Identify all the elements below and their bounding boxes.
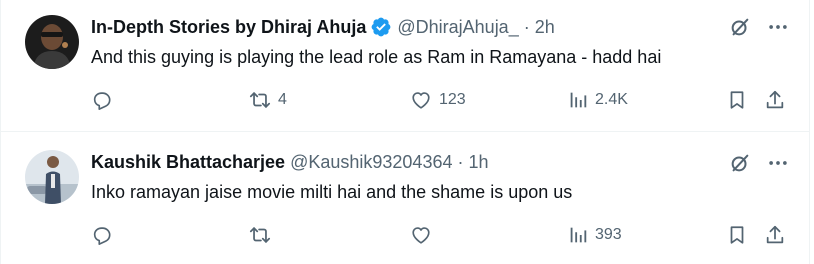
bookmark-icon bbox=[726, 224, 748, 246]
view-count: 2.4K bbox=[595, 91, 628, 108]
tweet-actions: 393 bbox=[91, 224, 786, 250]
reply-button[interactable] bbox=[91, 224, 113, 246]
tweet-header: In-Depth Stories by Dhiraj Ahuja @Dhiraj… bbox=[91, 15, 555, 39]
avatar[interactable] bbox=[25, 150, 79, 204]
more-icon[interactable] bbox=[767, 16, 789, 38]
author-name[interactable]: In-Depth Stories by Dhiraj Ahuja bbox=[91, 17, 366, 38]
retweet-button[interactable]: 4 bbox=[248, 89, 287, 111]
bookmark-button[interactable] bbox=[726, 89, 748, 111]
tweet-top-actions bbox=[729, 152, 789, 174]
heart-icon bbox=[409, 224, 433, 246]
share-button[interactable] bbox=[764, 89, 786, 111]
separator: · bbox=[457, 151, 464, 172]
retweet-icon bbox=[248, 89, 272, 111]
bookmark-button[interactable] bbox=[726, 224, 748, 246]
share-button[interactable] bbox=[764, 224, 786, 246]
more-icon[interactable] bbox=[767, 152, 789, 174]
bookmark-icon bbox=[726, 89, 748, 111]
timeline-right-border bbox=[809, 0, 810, 264]
author-handle[interactable]: @DhirajAhuja_ bbox=[397, 17, 518, 38]
grok-icon[interactable] bbox=[729, 16, 751, 38]
like-button[interactable]: 123 bbox=[409, 89, 466, 111]
like-count: 123 bbox=[439, 91, 466, 108]
grok-icon[interactable] bbox=[729, 152, 751, 174]
view-count: 393 bbox=[595, 226, 622, 243]
tweet-text: And this guying is playing the lead role… bbox=[91, 47, 662, 67]
tweet[interactable]: In-Depth Stories by Dhiraj Ahuja @Dhiraj… bbox=[1, 0, 809, 132]
views-button[interactable]: 2.4K bbox=[567, 89, 628, 111]
avatar[interactable] bbox=[25, 15, 79, 69]
reply-icon bbox=[91, 89, 113, 111]
timestamp[interactable]: 2h bbox=[535, 17, 555, 38]
heart-icon bbox=[409, 89, 433, 111]
views-icon bbox=[567, 224, 589, 246]
share-icon bbox=[764, 89, 786, 111]
like-button[interactable] bbox=[409, 224, 433, 246]
timestamp[interactable]: 1h bbox=[468, 152, 488, 173]
views-button[interactable]: 393 bbox=[567, 224, 622, 246]
share-icon bbox=[764, 224, 786, 246]
author-handle[interactable]: @Kaushik93204364 bbox=[290, 152, 452, 173]
retweet-icon bbox=[248, 224, 272, 246]
retweet-count: 4 bbox=[278, 91, 287, 108]
tweet-actions: 4 123 2.4K bbox=[91, 89, 786, 115]
verified-badge-icon bbox=[370, 16, 392, 38]
reply-button[interactable] bbox=[91, 89, 113, 111]
views-icon bbox=[567, 89, 589, 111]
retweet-button[interactable] bbox=[248, 224, 272, 246]
author-name[interactable]: Kaushik Bhattacharjee bbox=[91, 152, 285, 173]
tweet[interactable]: Kaushik Bhattacharjee @Kaushik93204364 ·… bbox=[1, 132, 809, 264]
tweet-text: Inko ramayan jaise movie milti hai and t… bbox=[91, 182, 573, 202]
tweet-header: Kaushik Bhattacharjee @Kaushik93204364 ·… bbox=[91, 150, 489, 174]
tweet-top-actions bbox=[729, 16, 789, 38]
separator: · bbox=[523, 16, 530, 37]
reply-icon bbox=[91, 224, 113, 246]
